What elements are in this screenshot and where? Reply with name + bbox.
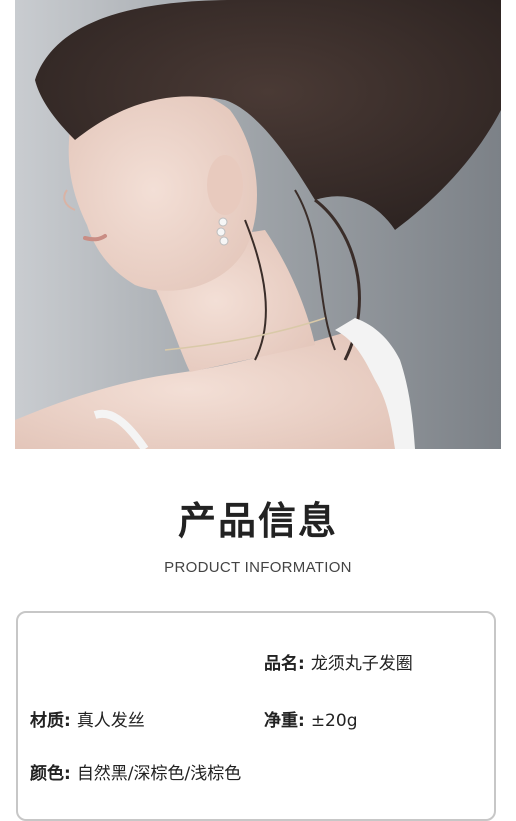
field-color: 颜色: 自然黑/深棕色/浅棕色 [30,759,241,784]
field-color-key: 颜色: [30,764,71,784]
field-color-value: 自然黑/深棕色/浅棕色 [76,764,242,784]
field-weight-value: ±20g [310,711,358,731]
field-weight-key: 净重: [264,711,305,731]
field-name-key: 品名: [264,654,305,674]
model-photo-illustration [15,0,501,449]
field-material: 材质: 真人发丝 [30,706,145,731]
field-material-key: 材质: [30,711,71,731]
field-material-value: 真人发丝 [76,711,145,731]
field-weight: 净重: ±20g [264,706,357,731]
section-heading: 产品信息 PRODUCT INFORMATION [0,490,516,576]
product-info-card: 品名: 龙须丸子发圈 材质: 真人发丝 净重: ±20g 颜色: 自然黑/深棕色/浅棕色 [16,611,496,821]
section-title-cn: 产品信息 [177,499,338,543]
section-title-en: PRODUCT INFORMATION [164,559,352,576]
product-model-photo [15,0,501,449]
field-name: 品名: 龙须丸子发圈 [264,649,413,674]
field-name-value: 龙须丸子发圈 [310,654,413,674]
